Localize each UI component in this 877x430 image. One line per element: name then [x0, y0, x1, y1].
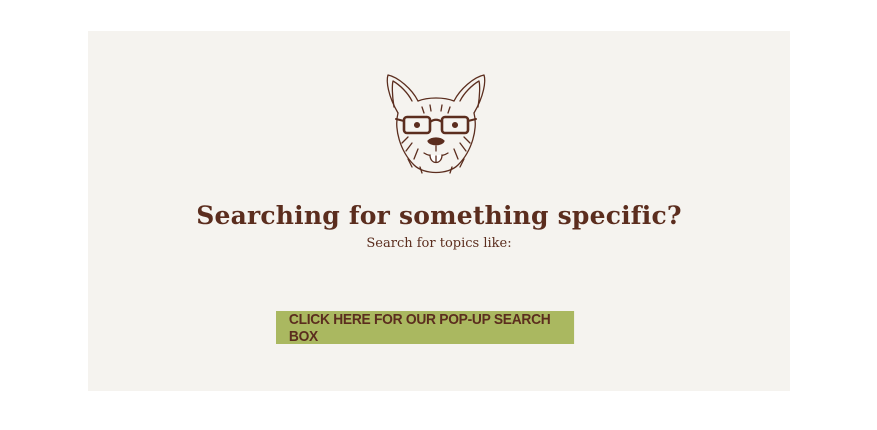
search-subheadline: Search for topics like:	[366, 236, 512, 251]
popup-search-button[interactable]: CLICK HERE FOR OUR POP-UP SEARCH BOX	[276, 311, 575, 345]
search-headline: Searching for something specific?	[196, 201, 682, 230]
corgi-illustration-icon	[386, 74, 486, 174]
search-promo-panel: Searching for something specific? Search…	[88, 31, 790, 391]
